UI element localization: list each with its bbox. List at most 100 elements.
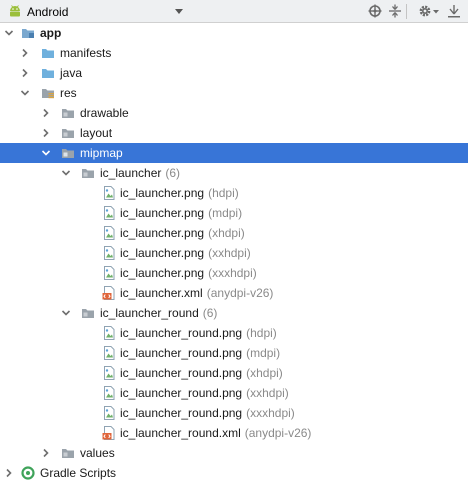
xml-file-icon — [102, 286, 115, 300]
tree-node-ic-launcher-round-png[interactable]: ic_launcher_round.png (xhdpi) — [0, 363, 468, 383]
node-name: res — [60, 86, 77, 100]
tree-node-values[interactable]: values — [0, 443, 468, 463]
tree-node-app[interactable]: app — [0, 23, 468, 43]
tree-node-label: mipmap — [80, 146, 123, 160]
image-file-icon — [104, 366, 115, 380]
tree-node-ic-launcher-round[interactable]: ic_launcher_round (6) — [0, 303, 468, 323]
gear-dropdown-icon[interactable] — [432, 4, 440, 18]
chevron-down-icon[interactable] — [61, 168, 71, 178]
node-qualifier: (xhdpi) — [208, 226, 245, 240]
folder-blue-icon — [42, 49, 54, 58]
tree-node-ic-launcher-round-png[interactable]: ic_launcher_round.png (hdpi) — [0, 323, 468, 343]
tree-node-label: ic_launcher.png (mdpi) — [120, 206, 242, 220]
image-file-icon — [104, 346, 115, 360]
node-name: ic_launcher_round.png — [120, 326, 243, 340]
res-folder-icon — [42, 89, 54, 99]
tree-node-label: ic_launcher_round.png (mdpi) — [120, 346, 280, 360]
chevron-right-icon[interactable] — [41, 108, 51, 118]
tree-node-label: manifests — [60, 46, 111, 60]
chevron-right-icon[interactable] — [4, 468, 14, 478]
node-name: app — [40, 26, 62, 40]
tree-node-label: values — [80, 446, 115, 460]
module-folder-icon — [22, 29, 34, 38]
image-file-icon — [104, 406, 115, 420]
tree-node-ic-launcher-round-png[interactable]: ic_launcher_round.png (xxxhdpi) — [0, 403, 468, 423]
image-file-icon — [104, 266, 115, 280]
gear-icon[interactable] — [418, 4, 432, 18]
tree-node-ic-launcher-xml[interactable]: ic_launcher.xml (anydpi-v26) — [0, 283, 468, 303]
tree-node-label: app — [40, 26, 61, 40]
collapse-all-icon[interactable] — [388, 4, 402, 18]
tree-node-layout[interactable]: layout — [0, 123, 468, 143]
tree-node-label: res — [60, 86, 77, 100]
view-selector[interactable]: Android — [8, 4, 68, 19]
node-name: java — [60, 66, 83, 80]
image-file-icon — [104, 386, 115, 400]
tree-node-ic-launcher-round-png[interactable]: ic_launcher_round.png (mdpi) — [0, 343, 468, 363]
hide-panel-icon[interactable] — [447, 4, 461, 18]
tree-node-res[interactable]: res — [0, 83, 468, 103]
android-icon — [10, 5, 20, 17]
folder-gray-icon — [82, 169, 94, 178]
folder-blue-icon — [42, 69, 54, 78]
tree-node-label: ic_launcher_round (6) — [100, 306, 217, 320]
node-qualifier: (hdpi) — [246, 326, 277, 340]
node-name: drawable — [80, 106, 129, 120]
tree-node-drawable[interactable]: drawable — [0, 103, 468, 123]
node-qualifier: (6) — [202, 306, 218, 320]
chevron-down-icon[interactable] — [61, 308, 71, 318]
node-name: ic_launcher_round.png — [120, 406, 243, 420]
project-tree: app manifests java res drawable layout mipmap i… — [0, 23, 468, 497]
tree-node-ic-launcher-png[interactable]: ic_launcher.png (xhdpi) — [0, 223, 468, 243]
tree-node-label: ic_launcher_round.png (xxhdpi) — [120, 386, 289, 400]
folder-gray-icon — [82, 309, 94, 318]
tree-node-label: Gradle Scripts — [40, 466, 116, 480]
node-name: values — [80, 446, 115, 460]
node-qualifier: (anydpi-v26) — [244, 426, 312, 440]
node-name: ic_launcher_round.png — [120, 366, 243, 380]
folder-gray-icon — [62, 449, 74, 458]
chevron-right-icon[interactable] — [20, 48, 30, 58]
chevron-down-icon[interactable] — [4, 28, 14, 38]
tree-node-label: layout — [80, 126, 112, 140]
node-name: ic_launcher — [100, 166, 162, 180]
tree-node-ic-launcher[interactable]: ic_launcher (6) — [0, 163, 468, 183]
tree-node-label: drawable — [80, 106, 129, 120]
tree-node-label: java — [60, 66, 82, 80]
tree-node-ic-launcher-round-png[interactable]: ic_launcher_round.png (xxhdpi) — [0, 383, 468, 403]
gradle-icon — [21, 466, 35, 480]
node-name: ic_launcher.png — [120, 266, 205, 280]
chevron-right-icon[interactable] — [41, 128, 51, 138]
chevron-down-icon[interactable] — [41, 148, 51, 158]
node-name: ic_launcher_round — [100, 306, 199, 320]
toolbar-separator — [406, 4, 407, 19]
view-mode-label: Android — [27, 4, 69, 19]
node-qualifier: (mdpi) — [208, 206, 243, 220]
tree-node-ic-launcher-png[interactable]: ic_launcher.png (xxhdpi) — [0, 243, 468, 263]
node-qualifier: (xxhdpi) — [208, 246, 251, 260]
chevron-right-icon[interactable] — [20, 68, 30, 78]
tree-node-ic-launcher-png[interactable]: ic_launcher.png (xxxhdpi) — [0, 263, 468, 283]
node-name: ic_launcher.png — [120, 186, 205, 200]
tree-node-ic-launcher-round-xml[interactable]: ic_launcher_round.xml (anydpi-v26) — [0, 423, 468, 443]
tree-node-gradle-scripts[interactable]: Gradle Scripts — [0, 463, 468, 483]
sync-target-icon[interactable] — [368, 4, 382, 18]
node-name: manifests — [60, 46, 112, 60]
chevron-down-icon[interactable] — [174, 6, 184, 16]
tree-node-label: ic_launcher.png (xhdpi) — [120, 226, 245, 240]
chevron-right-icon[interactable] — [41, 448, 51, 458]
image-file-icon — [104, 326, 115, 340]
node-qualifier: (xhdpi) — [246, 366, 283, 380]
tree-node-ic-launcher-png[interactable]: ic_launcher.png (mdpi) — [0, 203, 468, 223]
image-file-icon — [104, 246, 115, 260]
tree-node-mipmap[interactable]: mipmap — [0, 143, 468, 163]
node-qualifier: (hdpi) — [208, 186, 239, 200]
tree-node-java[interactable]: java — [0, 63, 468, 83]
node-name: ic_launcher_round.png — [120, 346, 243, 360]
tree-node-manifests[interactable]: manifests — [0, 43, 468, 63]
node-name: layout — [80, 126, 113, 140]
tree-node-ic-launcher-png[interactable]: ic_launcher.png (hdpi) — [0, 183, 468, 203]
xml-file-icon — [102, 426, 115, 440]
node-name: ic_launcher.png — [120, 226, 205, 240]
chevron-down-icon[interactable] — [20, 88, 30, 98]
